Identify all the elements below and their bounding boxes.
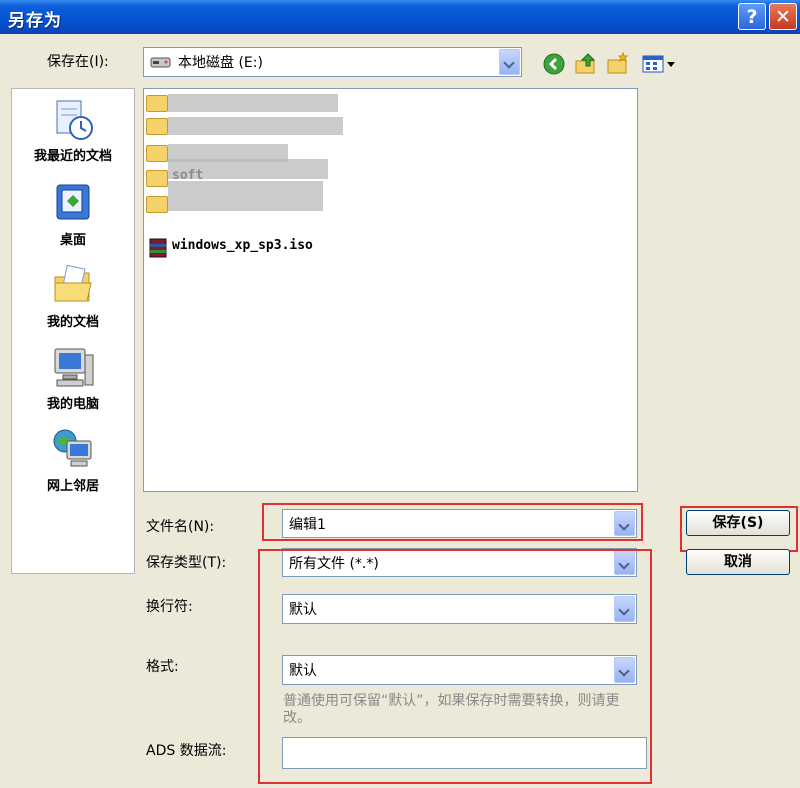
chevron-down-icon[interactable] (614, 550, 635, 575)
save-as-dialog: 另存为 ? ✕ 保存在(I): 本地磁盘 (E:) 我最近的文档 桌面 我的文档… (0, 0, 800, 788)
place-label: 桌面 (59, 233, 86, 248)
chevron-down-icon[interactable] (614, 657, 635, 683)
chevron-down-icon[interactable] (614, 596, 635, 622)
chevron-down-icon[interactable] (614, 511, 635, 536)
place-my-computer[interactable]: 我的电脑 (12, 345, 134, 412)
place-label: 我的文档 (46, 315, 99, 330)
redacted-region (168, 181, 323, 211)
my-documents-icon (54, 264, 92, 302)
place-label: 我最近的文档 (33, 149, 112, 164)
linebreak-dropdown[interactable]: 默认 (282, 594, 637, 624)
save-in-dropdown[interactable]: 本地磁盘 (E:) (143, 47, 522, 77)
title-bar[interactable]: 另存为 ? ✕ (0, 0, 800, 34)
filetype-label: 保存类型(T): (146, 555, 227, 571)
place-my-documents[interactable]: 我的文档 (12, 263, 134, 330)
list-item[interactable] (146, 181, 466, 215)
cancel-button[interactable]: 取消 (686, 549, 790, 575)
folder-icon (146, 95, 168, 112)
redacted-region (168, 94, 338, 112)
recent-documents-icon (56, 100, 93, 140)
ads-label: ADS 数据流: (146, 743, 227, 759)
folder-icon (146, 145, 168, 162)
filetype-dropdown[interactable]: 所有文件 (*.*) (282, 548, 637, 577)
folder-icon (146, 118, 168, 135)
up-folder-icon[interactable] (574, 52, 598, 76)
places-bar: 我最近的文档 桌面 我的文档 我的电脑 网上邻居 (11, 88, 135, 574)
save-in-value: 本地磁盘 (E:) (178, 55, 263, 71)
chevron-down-icon[interactable] (499, 49, 520, 75)
place-network[interactable]: 网上邻居 (12, 427, 134, 494)
back-icon[interactable] (542, 52, 566, 76)
save-button[interactable]: 保存(S) (686, 510, 790, 536)
folder-icon (146, 170, 168, 187)
ads-input[interactable] (282, 737, 647, 769)
view-menu-icon[interactable] (641, 52, 679, 76)
linebreak-value: 默认 (289, 602, 317, 618)
format-dropdown[interactable]: 默认 (282, 655, 637, 685)
format-value: 默认 (289, 663, 317, 679)
format-hint: 普通使用可保留“默认”，如果保存时需要转换，则请更改。 (283, 693, 620, 726)
folder-icon (146, 196, 168, 213)
my-computer-icon (54, 348, 94, 387)
file-list[interactable]: soft windows_xp_sp3.iso (143, 88, 638, 492)
drive-icon (150, 57, 171, 68)
list-item[interactable] (146, 92, 466, 114)
place-label: 网上邻居 (46, 479, 99, 494)
archive-file-icon (149, 238, 167, 258)
redacted-region (168, 117, 343, 135)
filename-label: 文件名(N): (146, 519, 215, 535)
list-item[interactable] (146, 115, 466, 137)
file-name: windows_xp_sp3.iso (172, 238, 313, 253)
close-button[interactable]: ✕ (769, 3, 797, 30)
place-recent-documents[interactable]: 我最近的文档 (12, 97, 134, 164)
filetype-value: 所有文件 (*.*) (289, 556, 379, 572)
desktop-icon (56, 184, 90, 220)
filename-input[interactable]: 编辑1 (282, 509, 637, 538)
list-item[interactable]: windows_xp_sp3.iso (146, 237, 466, 259)
place-desktop[interactable]: 桌面 (12, 181, 134, 248)
save-in-label: 保存在(I): (47, 54, 109, 70)
help-button[interactable]: ? (738, 3, 766, 30)
redacted-region (168, 159, 328, 179)
format-label: 格式: (146, 659, 179, 675)
place-label: 我的电脑 (46, 397, 99, 412)
linebreak-label: 换行符: (146, 599, 193, 615)
filename-value: 编辑1 (289, 517, 326, 533)
network-places-icon (53, 429, 92, 467)
new-folder-icon[interactable] (606, 52, 630, 76)
window-title: 另存为 (8, 11, 62, 31)
